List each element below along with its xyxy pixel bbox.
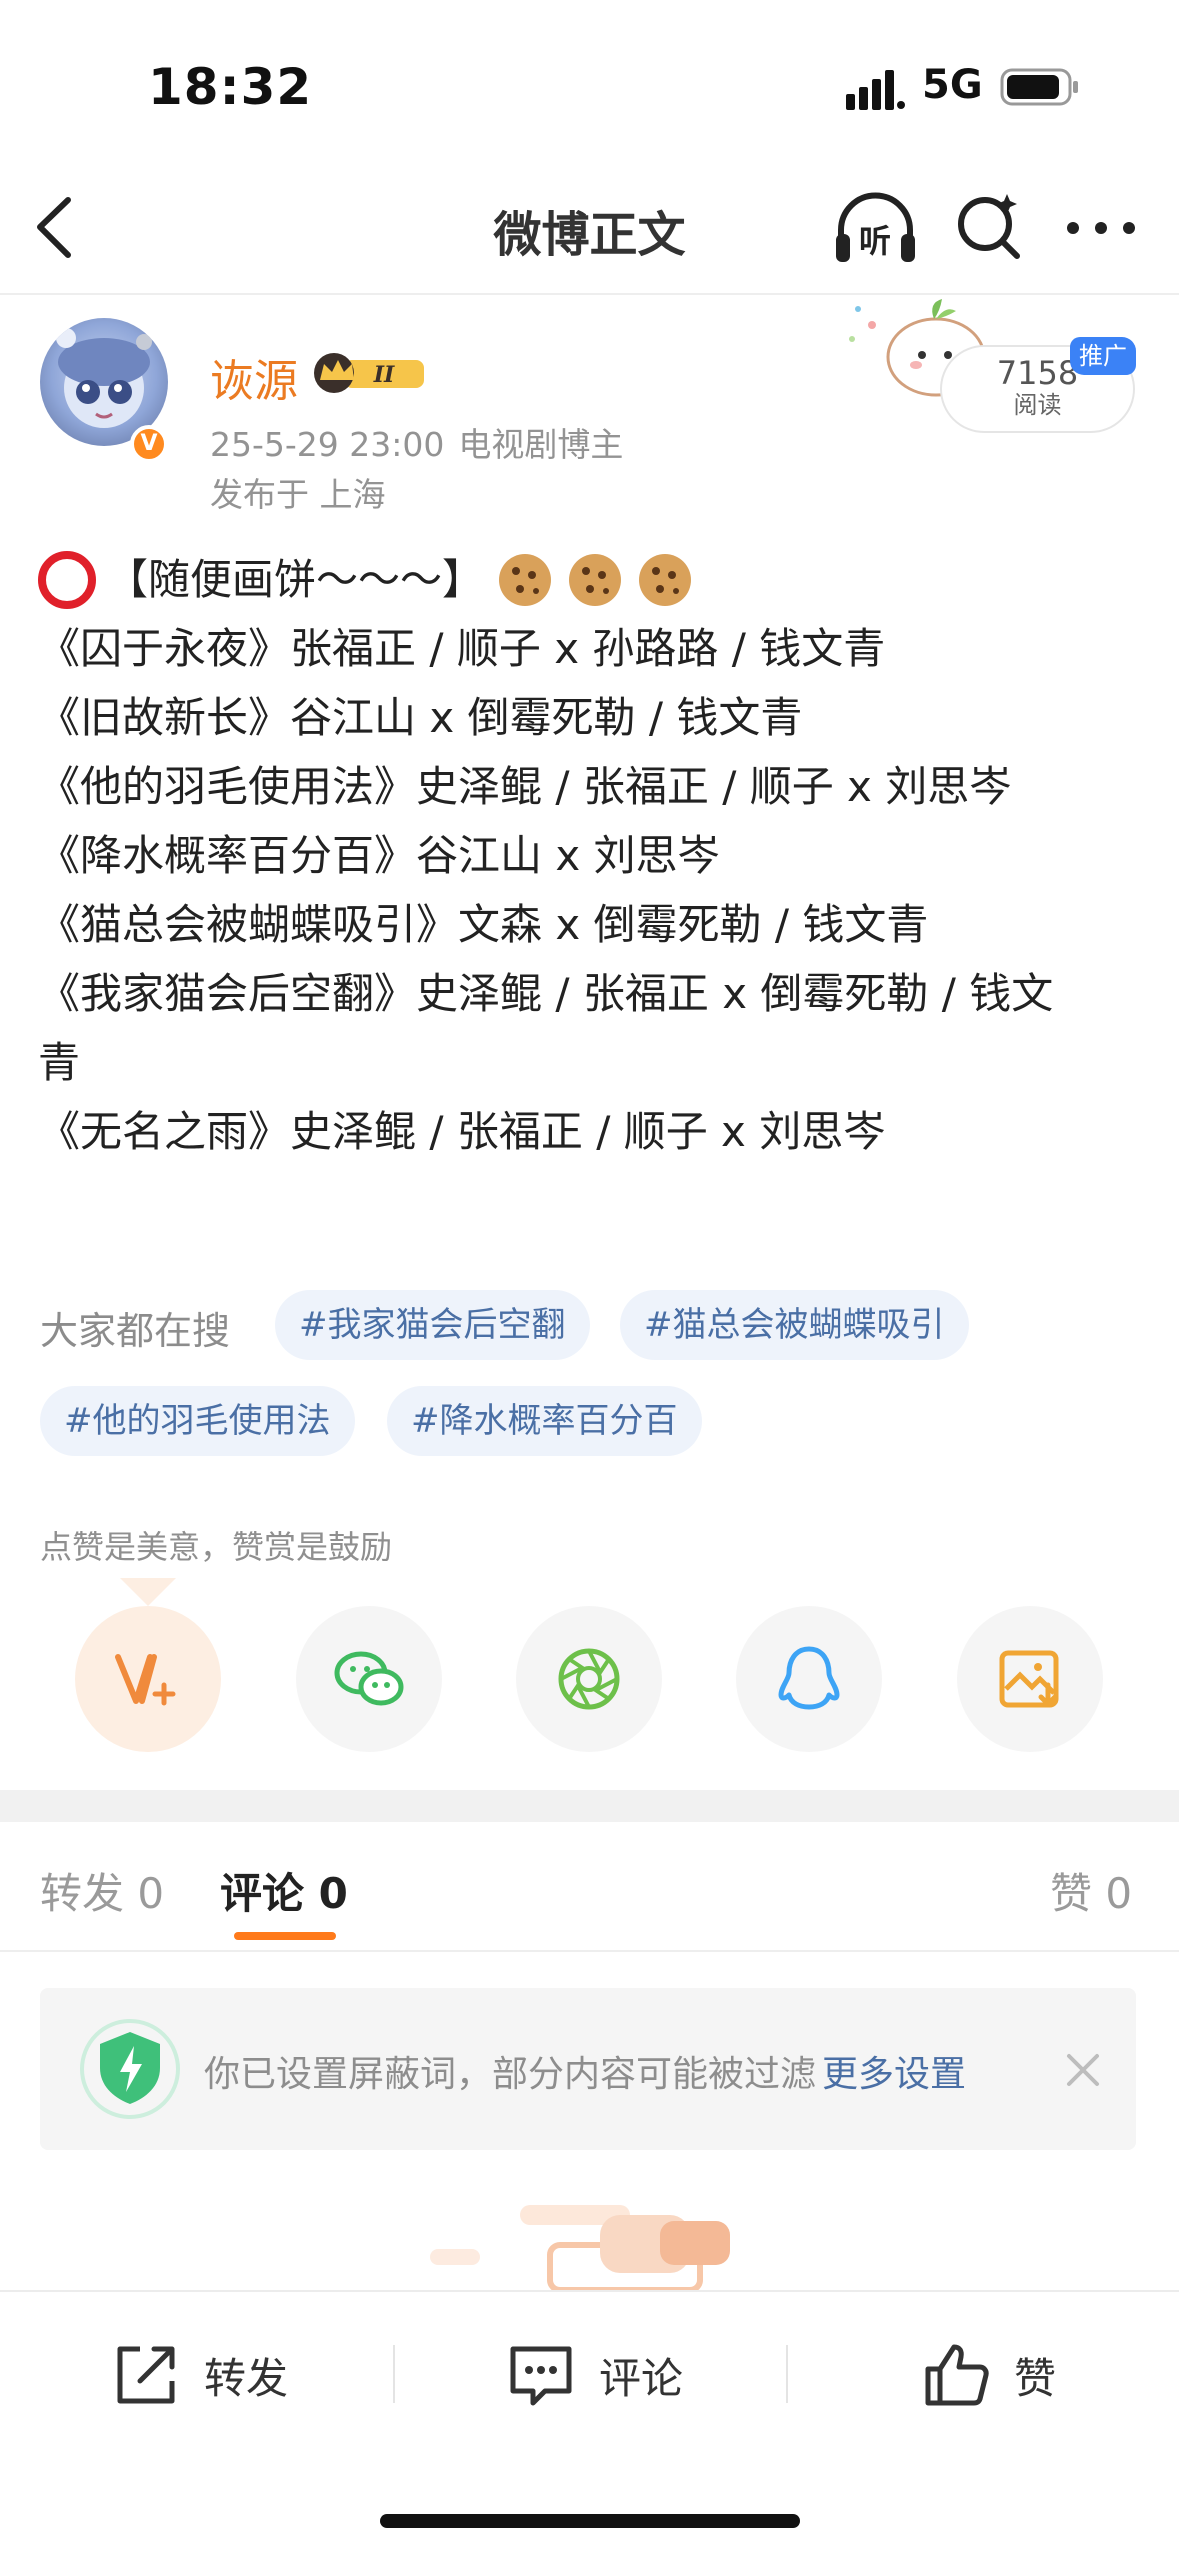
svg-text:听: 听: [859, 222, 891, 260]
notice-text: 你已设置屏蔽词，部分内容可能被过滤: [204, 2054, 817, 2095]
tabs-divider: [0, 1950, 1179, 1952]
promo-tag[interactable]: 推广: [1070, 337, 1136, 375]
hot-search-tag[interactable]: #猫总会被蝴蝶吸引: [620, 1290, 969, 1360]
share-moments-button[interactable]: [516, 1606, 662, 1752]
listen-button[interactable]: 听: [833, 190, 918, 268]
empty-comments-illustration: [430, 2205, 730, 2290]
post-line: 《旧故新长》谷江山 x 倒霉死勒 / 钱文青: [38, 693, 803, 742]
reward-tip: 点赞是美意，赞赏是鼓励: [40, 1528, 393, 1566]
headphones-icon: 听: [836, 192, 915, 262]
level-badge-text: II: [373, 362, 395, 388]
reads-label: 阅读: [1013, 391, 1062, 419]
tab-reposts[interactable]: 转发 0: [40, 1860, 164, 1921]
like-button[interactable]: 赞: [920, 2335, 1056, 2415]
comment-label: 评论: [599, 2353, 684, 2403]
wechat-icon: [334, 1651, 404, 1706]
hot-search-tag[interactable]: #我家猫会后空翻: [275, 1290, 590, 1360]
post-line: 《囚于永夜》张福正 / 顺子 x 孙路路 / 钱文青: [38, 624, 886, 673]
more-icon[interactable]: [1065, 218, 1137, 238]
bar-divider: [393, 2345, 395, 2403]
share-wechat-button[interactable]: [296, 1606, 442, 1752]
search-icon[interactable]: [955, 190, 1025, 262]
post-body: 【随便画饼～～～】 《囚于永夜》张福正 / 顺子 x 孙路路 / 钱文青 《旧故…: [38, 545, 1148, 1166]
section-divider: [0, 1790, 1179, 1822]
comment-button[interactable]: 评论: [505, 2335, 683, 2415]
author-name[interactable]: 诙源: [210, 345, 298, 409]
image-download-icon: [999, 1650, 1059, 1708]
more-settings-link[interactable]: 更多设置: [822, 2045, 966, 2097]
network-label: 5G: [922, 62, 983, 108]
hot-search-tag[interactable]: #降水概率百分百: [387, 1386, 702, 1456]
cookie-emoji-icon: [639, 553, 692, 606]
thumbs-up-icon: [925, 2344, 989, 2406]
post-line: 《猫总会被蝴蝶吸引》文森 x 倒霉死勒 / 钱文青: [38, 900, 929, 949]
post-location: 发布于 上海: [210, 475, 386, 514]
cookie-emoji-icon: [569, 553, 622, 606]
red-circle-emoji-icon: [38, 550, 96, 609]
close-icon[interactable]: [1063, 2050, 1103, 2090]
bar-divider: [786, 2345, 788, 2403]
author-role: 电视剧博主: [458, 425, 624, 464]
post-meta: 25-5-29 23:00 电视剧博主: [210, 418, 623, 466]
member-crown-badge: II: [314, 353, 424, 393]
cookie-emoji-icon: [499, 553, 552, 606]
shield-icon: [80, 2019, 180, 2119]
repost-label: 转发: [204, 2353, 289, 2403]
share-qq-button[interactable]: [736, 1606, 882, 1752]
tab-likes[interactable]: 赞 0: [1050, 1860, 1132, 1921]
repost-icon: [117, 2346, 175, 2404]
battery-icon: [1000, 68, 1078, 106]
verified-badge: V: [130, 425, 168, 463]
post-line: 《他的羽毛使用法》史泽鲲 / 张福正 / 顺子 x 刘思岑: [38, 762, 1012, 811]
post-title: 【随便画饼～～～】: [106, 555, 485, 604]
tab-comments[interactable]: 评论 0: [220, 1860, 348, 1921]
active-tab-indicator: [234, 1932, 336, 1940]
repost-button[interactable]: 转发: [110, 2335, 288, 2415]
post-title-line: 【随便画饼～～～】: [38, 545, 1148, 614]
like-label: 赞: [1014, 2353, 1057, 2403]
home-indicator: [380, 2514, 800, 2528]
save-image-button[interactable]: [957, 1606, 1103, 1752]
qq-penguin-icon: [778, 1646, 840, 1710]
status-time: 18:32: [148, 58, 313, 116]
reward-v-icon: [115, 1654, 176, 1706]
comment-icon: [510, 2346, 572, 2406]
tip-pointer: [120, 1578, 176, 1606]
hot-search-label: 大家都在搜: [40, 1309, 231, 1353]
post-line: 《无名之雨》史泽鲲 / 张福正 / 顺子 x 刘思岑: [38, 1107, 886, 1156]
post-date: 25-5-29 23:00: [210, 425, 445, 464]
hot-search-tag[interactable]: #他的羽毛使用法: [40, 1386, 355, 1456]
moments-aperture-icon: [558, 1648, 620, 1710]
reward-button[interactable]: [75, 1606, 221, 1752]
post-line: 青: [38, 1038, 81, 1087]
post-line: 《降水概率百分百》谷江山 x 刘思岑: [38, 831, 720, 880]
post-line: 《我家猫会后空翻》史泽鲲 / 张福正 x 倒霉死勒 / 钱文: [38, 969, 1054, 1018]
signal-icon: [846, 70, 905, 110]
